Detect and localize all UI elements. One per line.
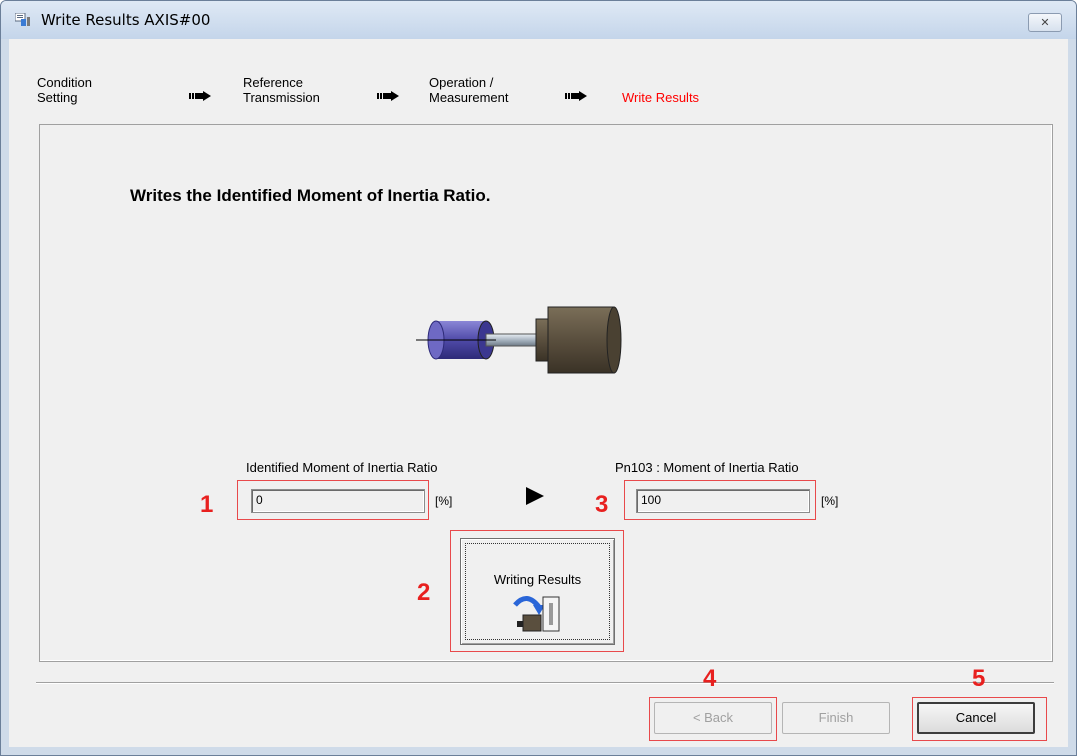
wizard-steps: Condition Setting Reference Transmission: [9, 39, 1068, 119]
step-label-line1: Operation /: [429, 75, 494, 90]
app-icon: [15, 13, 30, 26]
callout-box: [237, 480, 429, 520]
callout-number: 5: [972, 665, 986, 692]
step-label-line1: Reference: [243, 75, 303, 90]
page-heading: Writes the Identified Moment of Inertia …: [130, 186, 491, 205]
callout-box: [624, 480, 816, 520]
motor-load-illustration: [416, 306, 622, 374]
step-write-results: Write Results: [622, 90, 699, 105]
step-label-line2: Measurement: [429, 90, 509, 105]
step-arrow-icon: [565, 91, 587, 101]
callout-number: 4: [703, 665, 717, 692]
window-title: Write Results AXIS#00: [41, 11, 211, 29]
moment-inertia-param-label: Pn103 : Moment of Inertia Ratio: [615, 460, 799, 475]
callout-number: 2: [417, 579, 431, 606]
step-arrow-icon: [189, 91, 211, 101]
callout-number: 1: [200, 491, 214, 518]
finish-button[interactable]: Finish: [782, 702, 890, 734]
step-arrow-icon: [377, 91, 399, 101]
identified-ratio-unit: [%]: [435, 494, 453, 508]
identified-ratio-label: Identified Moment of Inertia Ratio: [246, 460, 438, 475]
title-bar[interactable]: Write Results AXIS#00 ✕: [1, 1, 1076, 39]
step-label-line1: Condition: [37, 75, 92, 90]
close-icon: ✕: [1040, 16, 1050, 29]
callout-box: [450, 530, 624, 652]
dialog-window: Write Results AXIS#00 ✕ Condition Settin…: [0, 0, 1077, 756]
close-button[interactable]: ✕: [1028, 13, 1062, 32]
step-label-line1: Write Results: [622, 90, 700, 105]
footer-separator: [36, 682, 1054, 684]
step-label-line2: Transmission: [243, 90, 320, 105]
step-operation-measurement: Operation / Measurement: [429, 75, 508, 105]
moment-inertia-param-unit: [%]: [821, 494, 839, 508]
step-condition-setting: Condition Setting: [37, 75, 92, 105]
step-label-line2: Setting: [37, 90, 78, 105]
callout-box: [912, 697, 1047, 741]
callout-box: [649, 697, 777, 741]
step-reference-transmission: Reference Transmission: [243, 75, 320, 105]
transfer-arrow-icon: [526, 487, 544, 505]
callout-number: 3: [595, 491, 609, 518]
